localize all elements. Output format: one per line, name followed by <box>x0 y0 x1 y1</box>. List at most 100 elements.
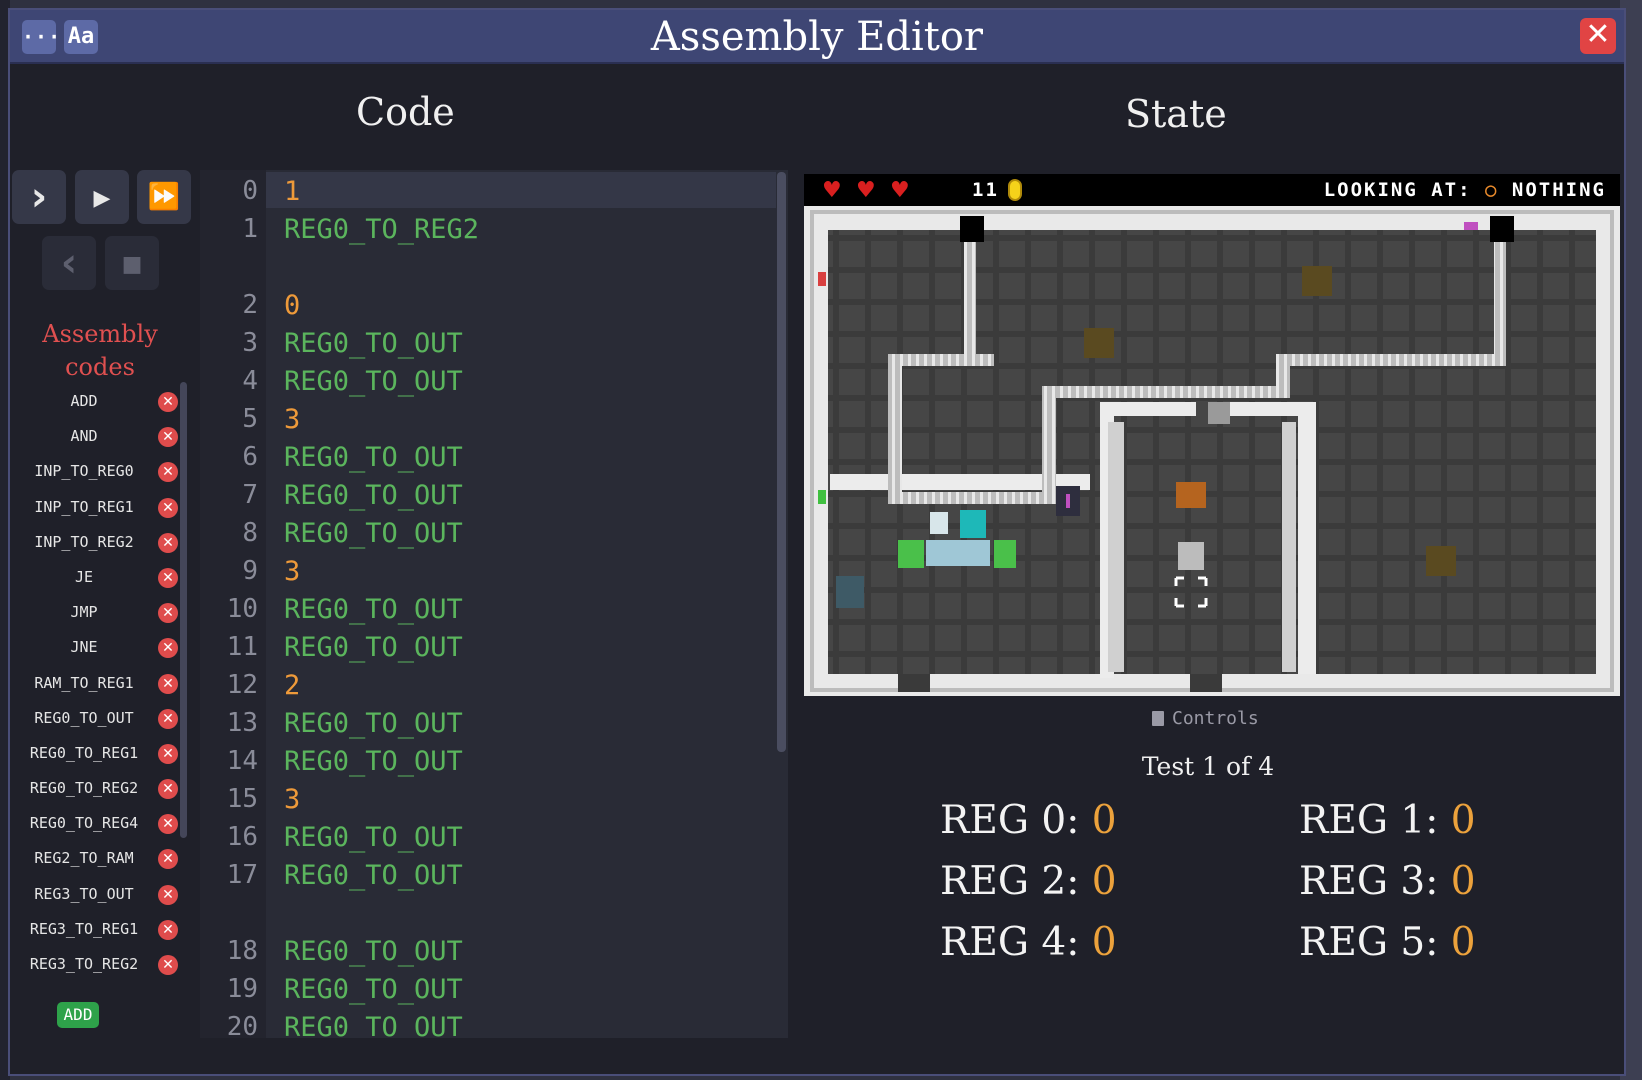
game-viewport[interactable]: ♥ ♥ ♥ 11 LOOKING AT: ○ NOTHING <box>804 174 1620 696</box>
assembly-code-item[interactable]: REG2_TO_RAM ✕ <box>8 843 180 878</box>
delete-icon[interactable]: ✕ <box>158 708 178 729</box>
line-text: REG0_TO_OUT <box>284 974 463 1005</box>
register-label: REG 1: <box>1299 798 1439 843</box>
assembly-code-item[interactable]: REG0_TO_REG2 ✕ <box>8 773 180 808</box>
register-label: REG 4: <box>940 920 1080 965</box>
assembly-code-item[interactable]: REG3_TO_OUT ✕ <box>8 879 180 914</box>
assembly-code-item[interactable]: JMP ✕ <box>8 597 180 632</box>
code-line[interactable]: 17 REG0_TO_OUT <box>200 858 788 896</box>
delete-icon[interactable]: ✕ <box>158 919 178 940</box>
delete-icon[interactable]: ✕ <box>158 603 178 624</box>
line-number: 0 <box>242 176 258 206</box>
delete-icon[interactable]: ✕ <box>158 532 178 553</box>
code-line[interactable]: 10 REG0_TO_OUT <box>200 592 788 630</box>
delete-icon[interactable]: ✕ <box>158 743 178 764</box>
code-line[interactable]: 7 REG0_TO_OUT <box>200 478 788 516</box>
code-line[interactable]: 12 2 <box>200 668 788 706</box>
delete-icon[interactable]: ✕ <box>158 955 178 975</box>
code-line[interactable]: 20 REG0_TO_OUT <box>200 1010 788 1038</box>
code-line[interactable]: 4 REG0_TO_OUT <box>200 364 788 402</box>
delete-icon[interactable]: ✕ <box>158 673 178 694</box>
line-number: 9 <box>242 556 258 586</box>
delete-icon[interactable]: ✕ <box>158 814 178 835</box>
code-line[interactable]: 11 REG0_TO_OUT <box>200 630 788 668</box>
assembly-code-item[interactable]: REG0_TO_REG1 ✕ <box>8 738 180 773</box>
line-number: 17 <box>226 860 258 890</box>
assembly-code-item[interactable]: REG3_TO_REG2 ✕ <box>8 949 180 984</box>
delete-icon[interactable]: ✕ <box>158 427 178 448</box>
controls-link[interactable]: Controls <box>1152 708 1259 729</box>
looking-at-status: LOOKING AT: ○ NOTHING <box>1324 179 1606 201</box>
assembly-code-label: REG0_TO_REG2 <box>29 779 139 798</box>
coin-icon <box>1008 179 1022 201</box>
run-button[interactable]: ▶ <box>75 170 129 224</box>
line-text: 2 <box>284 670 301 701</box>
assembly-code-item[interactable]: INP_TO_REG2 ✕ <box>8 527 180 562</box>
robot-character <box>1178 542 1204 570</box>
delete-icon[interactable]: ✕ <box>158 849 178 870</box>
code-editor[interactable]: 0 1 1 REG0_TO_REG2 2 0 3 REG0_TO_OUT 4 REG0_TO_OU… <box>200 170 788 1038</box>
code-editor-scrollbar[interactable] <box>777 172 786 752</box>
assembly-code-label: REG3_TO_REG2 <box>29 955 139 973</box>
assembly-code-item[interactable]: INP_TO_REG0 ✕ <box>8 456 180 491</box>
code-line[interactable]: 20 <box>200 288 788 326</box>
line-text: REG0_TO_OUT <box>284 936 463 967</box>
fast-forward-button[interactable]: ⏩ <box>137 170 191 224</box>
assembly-code-item[interactable]: JNE ✕ <box>8 632 180 667</box>
code-line[interactable]: 93 <box>200 554 788 592</box>
line-number: 11 <box>226 632 258 662</box>
code-line[interactable]: 3 REG0_TO_OUT <box>200 326 788 364</box>
state-panel-title: State <box>1125 92 1227 136</box>
assembly-code-label: JMP <box>70 603 98 622</box>
target-dot-icon: ○ <box>1485 179 1499 201</box>
code-line[interactable]: 01 <box>200 174 788 212</box>
step-button[interactable]: › <box>12 170 66 224</box>
code-line[interactable] <box>200 250 788 288</box>
line-number: 3 <box>242 328 258 358</box>
code-line[interactable]: 8 REG0_TO_OUT <box>200 516 788 554</box>
code-line[interactable] <box>200 896 788 934</box>
code-line[interactable]: 13 REG0_TO_OUT <box>200 706 788 744</box>
heart-icon: ♥ <box>890 178 910 203</box>
code-line[interactable]: 14 REG0_TO_OUT <box>200 744 788 782</box>
code-line[interactable]: 1 REG0_TO_REG2 <box>200 212 788 250</box>
delete-icon[interactable]: ✕ <box>158 884 178 905</box>
delete-icon[interactable]: ✕ <box>158 497 178 518</box>
code-line[interactable]: 15 3 <box>200 782 788 820</box>
assembly-codes-scrollbar[interactable] <box>180 382 187 838</box>
register-reg4: REG 4: 0 <box>940 920 1117 965</box>
add-assembly-code-button[interactable]: ADD <box>57 1002 99 1028</box>
assembly-code-item[interactable]: INP_TO_REG1 ✕ <box>8 492 180 527</box>
assembly-code-item[interactable]: AND ✕ <box>8 421 180 456</box>
line-number: 5 <box>242 404 258 434</box>
assembly-code-item[interactable]: REG0_TO_OUT ✕ <box>8 703 180 738</box>
wall-marker <box>818 490 826 504</box>
assembly-code-item[interactable]: REG3_TO_REG1 ✕ <box>8 914 180 949</box>
delete-icon[interactable]: ✕ <box>158 779 178 800</box>
step-back-button[interactable]: ‹ <box>42 236 96 290</box>
assembly-code-item[interactable]: RAM_TO_REG1 ✕ <box>8 668 180 703</box>
vent-icon <box>1208 402 1230 424</box>
register-value: 0 <box>1450 798 1476 843</box>
register-value: 0 <box>1450 920 1476 965</box>
code-line[interactable]: 19 REG0_TO_OUT <box>200 972 788 1010</box>
assembly-code-label: REG2_TO_RAM <box>34 849 134 868</box>
code-line[interactable]: 53 <box>200 402 788 440</box>
line-text: REG0_TO_OUT <box>284 328 463 359</box>
delete-icon[interactable]: ✕ <box>158 638 178 659</box>
delete-icon[interactable]: ✕ <box>158 392 178 412</box>
assembly-code-item[interactable]: JE ✕ <box>8 562 180 597</box>
delete-icon[interactable]: ✕ <box>158 567 178 588</box>
line-number: 2 <box>242 290 258 320</box>
pipe-outlet <box>1490 216 1514 242</box>
close-button[interactable]: ✕ <box>1580 18 1616 54</box>
line-text: 1 <box>284 176 301 207</box>
assembly-code-item[interactable]: REG0_TO_REG4 ✕ <box>8 808 180 843</box>
code-line[interactable]: 16 REG0_TO_OUT <box>200 820 788 858</box>
assembly-code-item[interactable]: ADD ✕ <box>8 386 180 421</box>
code-line[interactable]: 6 REG0_TO_OUT <box>200 440 788 478</box>
titlebar: ··· Aa Assembly Editor ✕ <box>10 10 1624 64</box>
stop-button[interactable]: ■ <box>105 236 159 290</box>
delete-icon[interactable]: ✕ <box>158 462 178 483</box>
code-line[interactable]: 18 REG0_TO_OUT <box>200 934 788 972</box>
